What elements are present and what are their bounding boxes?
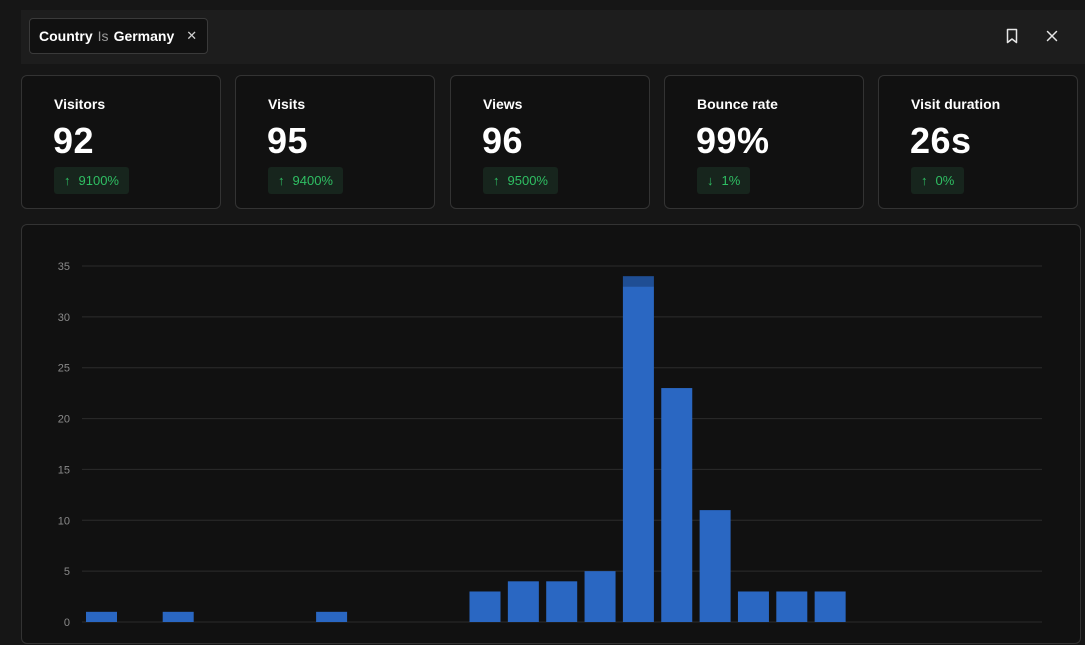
metric-change-badge: ↓ 1%	[697, 167, 751, 194]
y-tick-label: 30	[58, 312, 70, 324]
metric-value: 96	[482, 120, 524, 161]
metric-label: Visits	[268, 96, 306, 112]
y-tick-label: 5	[64, 566, 70, 578]
bookmark-icon[interactable]	[1003, 27, 1021, 45]
metric-label: Views	[483, 96, 523, 112]
metric-change-badge: ↑ 9500%	[483, 167, 558, 194]
chart-bar[interactable]	[737, 591, 769, 622]
filter-operator: Is	[97, 28, 109, 44]
y-tick-label: 20	[58, 414, 70, 426]
metric-label: Visit duration	[911, 96, 1001, 112]
metric-card-bounce-rate[interactable]: Bounce rate 99% ↓ 1%	[664, 75, 864, 209]
filter-value: Germany	[113, 28, 175, 44]
chart-bar[interactable]	[699, 510, 731, 622]
metric-change: 9500%	[507, 173, 548, 188]
metric-change-badge: ↑ 9400%	[268, 167, 343, 194]
metric-cards: Visitors 92 ↑ 9100% Visits 95 ↑ 9400% Vi…	[21, 75, 1085, 211]
metric-card-visitors[interactable]: Visitors 92 ↑ 9100%	[21, 75, 221, 209]
arrow-up-icon: ↑	[493, 173, 500, 188]
metric-label: Visitors	[54, 96, 106, 112]
y-tick-label: 25	[58, 363, 70, 375]
filter-bar: Country Is Germany ✕	[21, 10, 1085, 64]
metric-label: Bounce rate	[697, 96, 778, 112]
metric-change-badge: ↑ 0%	[911, 167, 965, 194]
y-tick-label: 0	[64, 617, 70, 629]
chart-bar[interactable]	[776, 591, 808, 622]
filter-chip[interactable]: Country Is Germany ✕	[29, 18, 209, 54]
metric-change: 9400%	[292, 173, 333, 188]
metric-card-views[interactable]: Views 96 ↑ 9500%	[450, 75, 650, 209]
chart-bar[interactable]	[814, 591, 846, 622]
metric-change: 0%	[935, 173, 955, 188]
y-tick-label: 15	[58, 464, 70, 476]
metric-card-visits[interactable]: Visits 95 ↑ 9400%	[235, 75, 435, 209]
metric-change: 1%	[721, 173, 741, 188]
metric-value: 92	[53, 120, 95, 161]
close-icon[interactable]: ✕	[186, 28, 197, 44]
metric-value: 26s	[910, 120, 972, 161]
close-icon[interactable]	[1043, 27, 1061, 45]
chart-bar[interactable]	[86, 611, 117, 622]
chart-bar[interactable]	[469, 591, 501, 622]
chart-bar-stacked[interactable]	[622, 276, 654, 287]
metric-change: 9100%	[78, 173, 119, 188]
y-tick-label: 10	[58, 515, 70, 527]
y-tick-label: 35	[58, 261, 70, 273]
chart-bar[interactable]	[661, 388, 693, 622]
chart-bar[interactable]	[162, 611, 194, 622]
chart-bar[interactable]	[507, 581, 539, 622]
arrow-up-icon: ↑	[921, 173, 928, 188]
arrow-up-icon: ↑	[64, 173, 71, 188]
metric-card-visit-duration[interactable]: Visit duration 26s ↑ 0%	[878, 75, 1078, 209]
filter-field: Country	[39, 28, 93, 44]
bar-chart: 0 5 10 15 20 25 30 35	[58, 261, 1042, 629]
metric-change-badge: ↑ 9100%	[54, 167, 129, 194]
chart-bar[interactable]	[584, 571, 616, 622]
chart-bar[interactable]	[546, 581, 578, 622]
metric-value: 95	[267, 120, 309, 161]
arrow-up-icon: ↑	[278, 173, 285, 188]
arrow-down-icon: ↓	[707, 173, 714, 188]
chart-bar[interactable]	[622, 286, 654, 622]
chart-bar[interactable]	[316, 611, 348, 622]
chart-panel: 0 5 10 15 20 25 30 35	[21, 224, 1081, 644]
metric-value: 99%	[696, 120, 770, 161]
